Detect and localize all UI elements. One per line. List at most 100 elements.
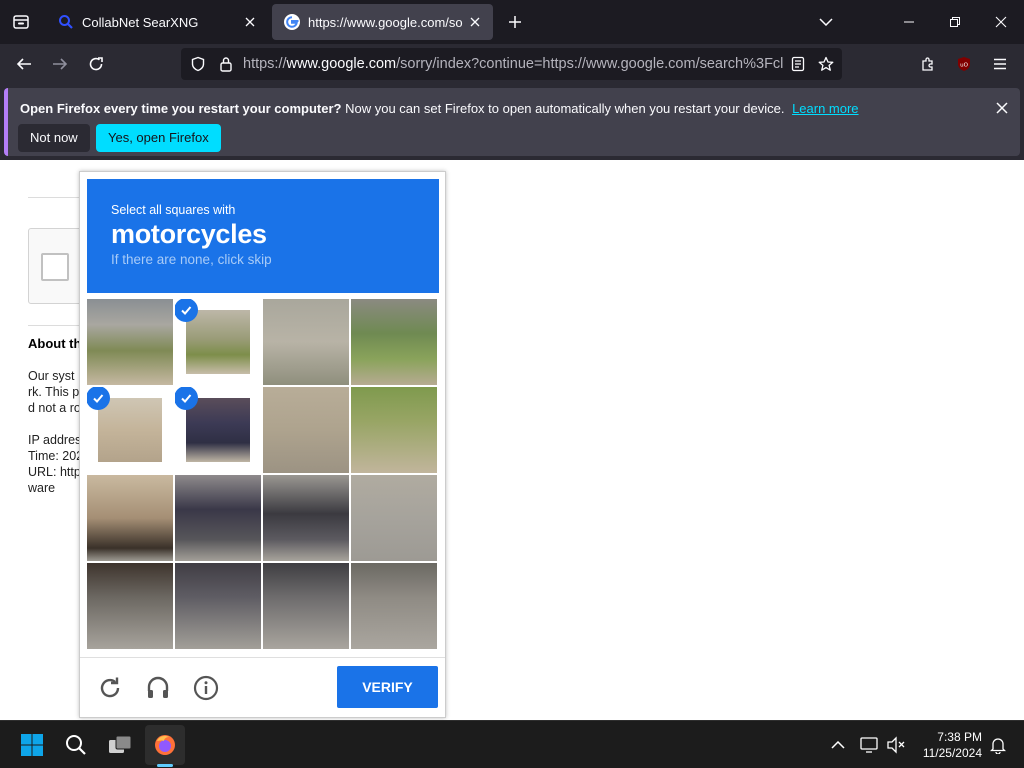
reader-view-icon[interactable] <box>785 48 811 80</box>
notification-bell-icon[interactable] <box>986 733 1010 757</box>
navigation-toolbar: https://www.google.com/sorry/index?conti… <box>0 44 1024 84</box>
search-icon[interactable] <box>56 725 96 765</box>
challenge-instruction: Select all squares with <box>111 203 236 217</box>
tab-close-icon[interactable] <box>463 10 487 34</box>
firefox-view-icon <box>13 15 29 29</box>
ip-address-line: IP addres <box>28 433 82 447</box>
firefox-view-button[interactable] <box>0 0 42 44</box>
bookmark-star-icon[interactable] <box>813 48 839 80</box>
restore-button[interactable] <box>932 0 978 44</box>
network-icon[interactable] <box>858 733 882 757</box>
google-g-icon <box>284 14 300 30</box>
image-tile-selected[interactable] <box>175 299 261 385</box>
url-host: www.google.com <box>286 56 397 72</box>
image-tile[interactable] <box>351 563 437 649</box>
image-tile[interactable] <box>263 563 349 649</box>
recaptcha-checkbox[interactable] <box>41 253 69 281</box>
hamburger-menu-icon <box>994 58 1006 70</box>
footer-divider <box>80 657 445 658</box>
start-button[interactable] <box>12 725 52 765</box>
challenge-target: motorcycles <box>111 219 267 249</box>
notification-bar: Open Firefox every time you restart your… <box>4 88 1020 156</box>
time-line: Time: 202 <box>28 449 84 463</box>
windows-logo-icon <box>21 734 43 756</box>
paragraph-line: Our syst <box>28 369 75 383</box>
new-tab-button[interactable] <box>502 8 528 36</box>
image-tile-grid <box>87 299 438 649</box>
tab-title: https://www.google.com/sorry/index?conti… <box>308 14 463 30</box>
search-icon <box>58 14 74 30</box>
image-tile[interactable] <box>175 475 261 561</box>
info-icon[interactable] <box>190 672 222 704</box>
ublock-origin-button[interactable]: uO <box>948 48 980 80</box>
image-tile[interactable] <box>87 563 173 649</box>
firefox-taskbar-icon[interactable] <box>145 725 185 765</box>
tab-close-icon[interactable] <box>238 10 262 34</box>
notification-bar-container: Open Firefox every time you restart your… <box>0 84 1024 160</box>
tab-strip: CollabNet SearXNG https://www.google.com… <box>0 0 1024 44</box>
reload-button[interactable] <box>80 48 112 80</box>
volume-muted-icon[interactable] <box>884 733 908 757</box>
challenge-hint: If there are none, click skip <box>111 252 272 267</box>
image-tile-selected[interactable] <box>175 387 261 473</box>
notification-close-icon[interactable] <box>990 96 1014 120</box>
active-app-indicator <box>157 764 173 767</box>
chevron-up-icon[interactable] <box>826 733 850 757</box>
image-tile[interactable] <box>351 299 437 385</box>
challenge-header: Select all squares with motorcycles If t… <box>87 179 439 293</box>
minimize-button[interactable] <box>886 0 932 44</box>
restore-icon <box>950 17 960 27</box>
image-tile[interactable] <box>351 387 437 473</box>
image-tile[interactable] <box>263 387 349 473</box>
reload-icon[interactable] <box>94 672 126 704</box>
image-tile[interactable] <box>263 475 349 561</box>
svg-text:uO: uO <box>960 63 968 69</box>
learn-more-link[interactable]: Learn more <box>792 101 858 116</box>
yes-open-firefox-button[interactable]: Yes, open Firefox <box>96 124 221 152</box>
back-arrow-icon <box>16 58 31 70</box>
forward-button[interactable] <box>44 48 76 80</box>
clock-time: 7:38 PM <box>937 730 982 744</box>
notification-title: Open Firefox every time you restart your… <box>20 101 342 116</box>
clock-date: 11/25/2024 <box>922 746 982 760</box>
task-view-icon[interactable] <box>100 725 140 765</box>
extensions-button[interactable] <box>912 48 944 80</box>
system-clock[interactable]: 7:38 PM 11/25/2024 <box>914 729 982 761</box>
about-heading: About th <box>28 336 82 351</box>
tab-searxng[interactable]: CollabNet SearXNG <box>46 4 268 40</box>
not-now-button[interactable]: Not now <box>18 124 90 152</box>
windows-taskbar: 7:38 PM 11/25/2024 <box>0 720 1024 768</box>
image-tile[interactable] <box>263 299 349 385</box>
url-prefix: https:// <box>243 56 287 72</box>
ublock-origin-icon: uO <box>958 57 970 71</box>
close-icon <box>995 16 1007 28</box>
url-path: /sorry/index?continue=https://www.google… <box>396 56 783 72</box>
audio-headphones-icon[interactable] <box>142 672 174 704</box>
image-tile[interactable] <box>87 299 173 385</box>
reload-icon <box>89 57 103 71</box>
image-tile[interactable] <box>87 475 173 561</box>
image-tile-selected[interactable] <box>87 387 173 473</box>
chevron-down-icon <box>819 18 833 26</box>
url-bar[interactable]: https://www.google.com/sorry/index?conti… <box>181 48 842 80</box>
tab-google-sorry[interactable]: https://www.google.com/sorry/index?conti… <box>272 4 493 40</box>
image-tile[interactable] <box>351 475 437 561</box>
lock-icon[interactable] <box>213 48 239 80</box>
verify-button[interactable]: VERIFY <box>337 666 438 708</box>
list-all-tabs-button[interactable] <box>812 8 840 36</box>
close-window-button[interactable] <box>978 0 1024 44</box>
back-button[interactable] <box>8 48 40 80</box>
forward-arrow-icon <box>53 58 68 70</box>
image-tile[interactable] <box>175 563 261 649</box>
url-text[interactable]: https://www.google.com/sorry/index?conti… <box>243 48 783 80</box>
app-menu-button[interactable] <box>984 48 1016 80</box>
paragraph-line: rk. This p <box>28 385 80 399</box>
paragraph-line: d not a ro <box>28 401 81 415</box>
minimize-icon <box>904 21 914 23</box>
tab-title: CollabNet SearXNG <box>82 14 199 30</box>
puzzle-piece-icon <box>922 57 933 71</box>
firefox-icon <box>155 735 175 755</box>
plus-icon <box>509 16 521 28</box>
notification-text: Now you can set Firefox to open automati… <box>345 101 785 116</box>
tracking-protection-shield-icon[interactable] <box>185 48 211 80</box>
